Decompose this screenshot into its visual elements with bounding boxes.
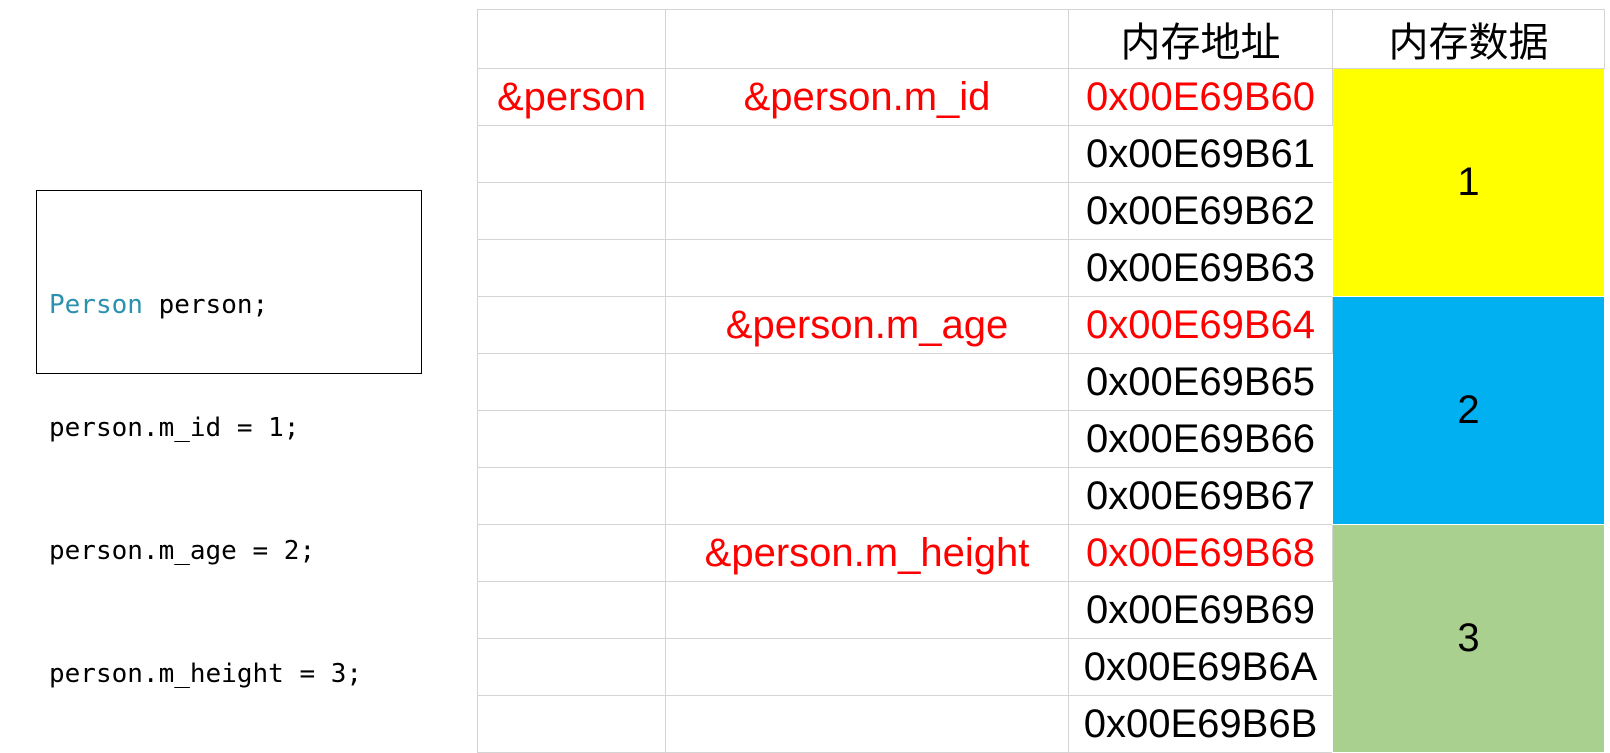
table-row: &person &person.m_id 0x00E69B60 1 <box>477 68 1605 297</box>
empty-cell <box>477 524 666 582</box>
code-text: person; <box>142 290 269 320</box>
field-label-m-height: &person.m_height <box>665 524 1069 582</box>
value-cell-m-height: 3 <box>1332 524 1605 753</box>
empty-cell <box>477 182 666 240</box>
empty-cell <box>477 695 666 753</box>
address-cell: 0x00E69B68 <box>1068 524 1333 582</box>
code-text: person.m_age = 2; <box>49 536 316 566</box>
header-empty-1 <box>477 9 666 69</box>
empty-cell <box>665 695 1069 753</box>
header-empty-2 <box>665 9 1069 69</box>
address-cell: 0x00E69B65 <box>1068 353 1333 411</box>
address-cell: 0x00E69B6A <box>1068 638 1333 696</box>
empty-cell <box>665 467 1069 525</box>
code-line-4: person.m_height = 3; <box>49 654 409 695</box>
field-label-m-age: &person.m_age <box>665 296 1069 354</box>
table-row: &person.m_age 0x00E69B64 2 <box>477 296 1605 525</box>
memory-table: 内存地址 内存数据 &person &person.m_id 0x00E69B6… <box>477 9 1605 753</box>
address-cell: 0x00E69B66 <box>1068 410 1333 468</box>
empty-cell <box>477 296 666 354</box>
empty-cell <box>477 239 666 297</box>
code-snippet: Person person; person.m_id = 1; person.m… <box>36 190 422 689</box>
table-row: &person.m_height 0x00E69B68 3 <box>477 524 1605 753</box>
field-label-m-id: &person.m_id <box>665 68 1069 126</box>
address-cell: 0x00E69B6B <box>1068 695 1333 753</box>
code-line-3: person.m_age = 2; <box>49 531 409 572</box>
header-row: 内存地址 内存数据 <box>477 9 1605 69</box>
code-type-keyword: Person <box>49 290 143 320</box>
address-cell: 0x00E69B69 <box>1068 581 1333 639</box>
code-text: person.m_height = 3; <box>49 659 363 689</box>
code-line-2: person.m_id = 1; <box>49 408 409 449</box>
value-cell-m-age: 2 <box>1332 296 1605 525</box>
address-cell: 0x00E69B61 <box>1068 125 1333 183</box>
empty-cell <box>477 125 666 183</box>
empty-cell <box>477 638 666 696</box>
address-cell: 0x00E69B67 <box>1068 467 1333 525</box>
empty-cell <box>477 410 666 468</box>
address-cell: 0x00E69B63 <box>1068 239 1333 297</box>
empty-cell <box>665 125 1069 183</box>
header-data: 内存数据 <box>1332 9 1605 69</box>
empty-cell <box>665 410 1069 468</box>
empty-cell <box>665 638 1069 696</box>
code-text: person.m_id = 1; <box>49 413 300 443</box>
address-cell: 0x00E69B64 <box>1068 296 1333 354</box>
empty-cell <box>665 353 1069 411</box>
empty-cell <box>477 581 666 639</box>
address-cell: 0x00E69B60 <box>1068 68 1333 126</box>
empty-cell <box>477 467 666 525</box>
value-cell-m-id: 1 <box>1332 68 1605 297</box>
empty-cell <box>665 581 1069 639</box>
empty-cell <box>477 353 666 411</box>
code-line-1: Person person; <box>49 285 409 326</box>
empty-cell <box>665 239 1069 297</box>
header-address: 内存地址 <box>1068 9 1333 69</box>
empty-cell <box>665 182 1069 240</box>
struct-address-label: &person <box>477 68 666 126</box>
address-cell: 0x00E69B62 <box>1068 182 1333 240</box>
